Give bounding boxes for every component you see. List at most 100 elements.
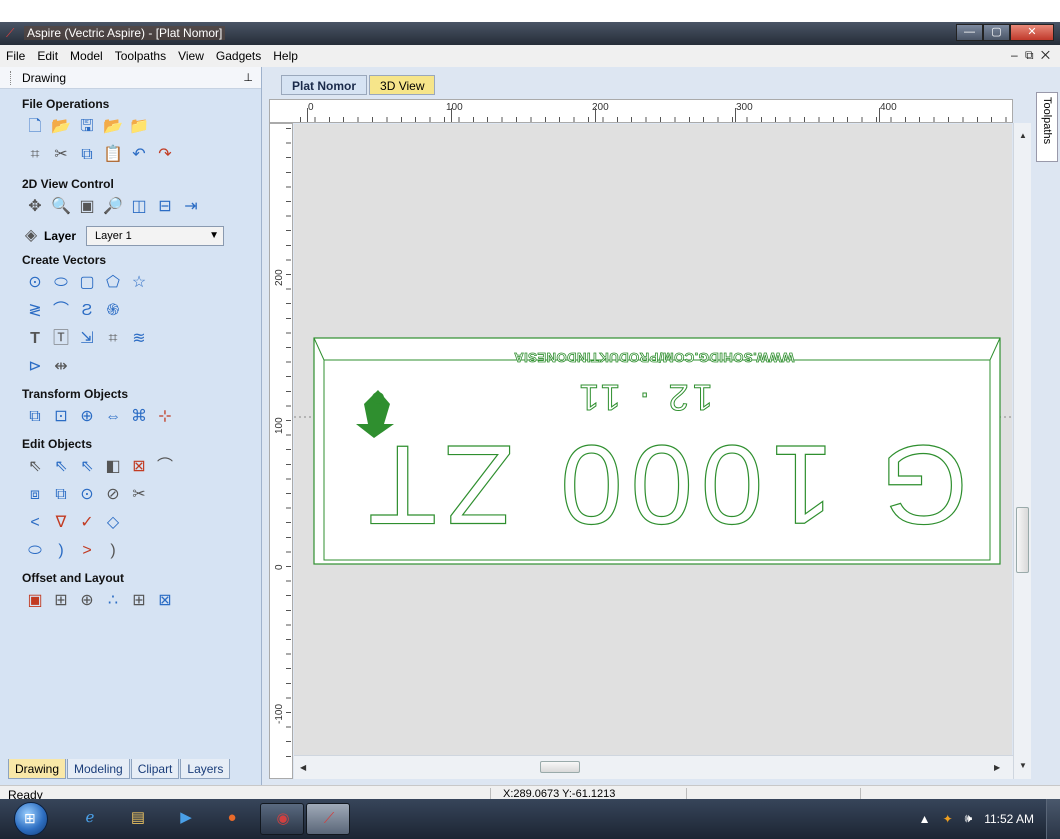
menu-file[interactable]: File <box>0 49 31 63</box>
menu-view[interactable]: View <box>172 49 210 63</box>
text-layout-icon[interactable]: ⌗ <box>100 327 126 351</box>
rectangle-icon[interactable]: ▢ <box>74 271 100 295</box>
clock[interactable]: 11:52 AM <box>984 812 1034 826</box>
panel-grip[interactable] <box>10 71 12 85</box>
tab-3d-view[interactable]: 3D View <box>369 75 436 95</box>
scroll-down-icon[interactable]: ▼ <box>1019 761 1027 770</box>
horizontal-scroll-thumb[interactable] <box>540 761 580 773</box>
smooth-icon[interactable]: ∇ <box>48 511 74 535</box>
circle-icon[interactable]: ⊙ <box>22 271 48 295</box>
dimension-icon[interactable]: ⊳ <box>22 355 48 379</box>
distort-icon[interactable]: ⌘ <box>126 405 152 429</box>
copy-along-vectors-icon[interactable]: ∴ <box>100 589 126 613</box>
pan-icon[interactable]: ✥ <box>22 195 48 219</box>
text-fit-icon[interactable]: ≋ <box>126 327 152 351</box>
mdi-window-controls[interactable]: – ⧉ ✕ <box>1011 48 1052 63</box>
browser-icon[interactable]: ● <box>222 808 242 828</box>
taskbar-aspire[interactable]: ⟋ <box>306 803 350 835</box>
curve-fit-icon[interactable]: ✓ <box>74 511 100 535</box>
close-button[interactable]: ✕ <box>1010 24 1054 41</box>
new-file-icon[interactable]: 🗋 <box>22 115 48 139</box>
tab-clipart[interactable]: Clipart <box>130 759 180 779</box>
select-all-icon[interactable]: ⌗ <box>22 143 48 167</box>
ellipse-icon[interactable]: ⬭ <box>48 271 74 295</box>
zoom-icon[interactable]: 🔍 <box>48 195 74 219</box>
menu-edit[interactable]: Edit <box>31 49 64 63</box>
import-bitmap-icon[interactable]: 📁 <box>126 115 152 139</box>
redo-icon[interactable]: ↷ <box>152 143 178 167</box>
scale-icon[interactable]: ⊡ <box>48 405 74 429</box>
toolpaths-side-tab[interactable]: Toolpaths <box>1036 92 1058 162</box>
open-file-icon[interactable]: 📂 <box>48 115 74 139</box>
start-button[interactable]: ⊞ <box>14 802 48 836</box>
view-split-icon[interactable]: ◫ <box>126 195 152 219</box>
fillet-icon[interactable]: ⌒ <box>152 455 178 479</box>
menu-help[interactable]: Help <box>267 49 304 63</box>
interactive-trim-icon[interactable]: ◧ <box>100 455 126 479</box>
layer-dropdown[interactable]: Layer 1 ▼ <box>86 226 225 246</box>
zoom-extents-icon[interactable]: ▣ <box>74 195 100 219</box>
text-on-curve-icon[interactable]: 🅃 <box>48 327 74 351</box>
join-open-icon[interactable]: ) <box>48 539 74 563</box>
delete-icon[interactable]: ⊠ <box>126 455 152 479</box>
grid-array-icon[interactable]: ⊞ <box>126 589 152 613</box>
menu-toolpaths[interactable]: Toolpaths <box>109 49 172 63</box>
offset-icon[interactable]: ▣ <box>22 589 48 613</box>
tab-plat-nomor[interactable]: Plat Nomor <box>281 75 368 95</box>
polyline-icon[interactable]: ≷ <box>22 299 48 323</box>
zoom-selection-icon[interactable]: 🔎 <box>100 195 126 219</box>
node-edit-icon[interactable]: ⇖ <box>48 455 74 479</box>
split-icon[interactable]: ) <box>100 539 126 563</box>
view-3d-icon[interactable]: ⇥ <box>178 195 204 219</box>
intersect-icon[interactable]: ⊙ <box>74 483 100 507</box>
paste-icon[interactable]: 📋 <box>100 143 126 167</box>
save-file-icon[interactable]: 🖫 <box>74 115 100 139</box>
tray-expand-icon[interactable]: ▲ <box>919 812 931 826</box>
vertical-scrollbar[interactable]: ▲ ▼ <box>1013 123 1031 779</box>
join-close-icon[interactable]: > <box>74 539 100 563</box>
nesting-icon[interactable]: ⊠ <box>152 589 178 613</box>
extend-icon[interactable]: < <box>22 511 48 535</box>
taskbar-app-1[interactable]: ◉ <box>260 803 304 835</box>
minimize-button[interactable]: — <box>956 24 983 41</box>
text-icon[interactable]: T <box>22 327 48 351</box>
show-desktop-button[interactable] <box>1046 799 1060 839</box>
cut-icon[interactable]: ✂ <box>48 143 74 167</box>
group-icon[interactable]: ⊹ <box>152 405 178 429</box>
star-icon[interactable]: ☆ <box>126 271 152 295</box>
ie-icon[interactable]: ℯ <box>80 808 100 828</box>
vertical-scroll-thumb[interactable] <box>1016 507 1029 573</box>
select-pointer-icon[interactable]: ⇖ <box>22 455 48 479</box>
move-icon[interactable]: ⧉ <box>22 405 48 429</box>
circular-array-icon[interactable]: ⊕ <box>74 589 100 613</box>
tab-drawing[interactable]: Drawing <box>8 759 67 779</box>
curve-icon[interactable]: Ƨ <box>74 299 100 323</box>
trim-icon[interactable]: ⊘ <box>100 483 126 507</box>
mirror-icon[interactable]: ⇔ <box>100 405 126 429</box>
join-icon[interactable]: ⬭ <box>22 539 48 563</box>
array-copy-icon[interactable]: ⊞ <box>48 589 74 613</box>
copy-icon[interactable]: ⧉ <box>74 143 100 167</box>
scroll-up-icon[interactable]: ▲ <box>1019 131 1027 140</box>
menu-gadgets[interactable]: Gadgets <box>210 49 267 63</box>
align-icon[interactable]: ⊕ <box>74 405 100 429</box>
volume-icon[interactable]: 🕪 <box>965 811 973 826</box>
subtract-icon[interactable]: ⧉ <box>48 483 74 507</box>
transform-pointer-icon[interactable]: ⇖ <box>74 455 100 479</box>
explorer-icon[interactable]: ▤ <box>128 808 148 828</box>
polygon-icon[interactable]: ⬠ <box>100 271 126 295</box>
restore-button[interactable]: ▢ <box>983 24 1010 41</box>
pin-icon[interactable]: ⊥ <box>243 67 253 89</box>
text-arc-icon[interactable]: ⇲ <box>74 327 100 351</box>
menu-model[interactable]: Model <box>64 49 109 63</box>
spiral-icon[interactable]: ֍ <box>100 299 126 323</box>
import-vectors-icon[interactable]: 📂 <box>100 115 126 139</box>
view-layout-icon[interactable]: ⊟ <box>152 195 178 219</box>
tray-network-icon[interactable]: ✦ <box>943 812 953 826</box>
scissors-icon[interactable]: ✂ <box>126 483 152 507</box>
scroll-left-icon[interactable]: ◀ <box>300 763 306 772</box>
horizontal-scrollbar[interactable]: ◀ ▶ <box>294 755 1013 779</box>
measure-icon[interactable]: ⇹ <box>48 355 74 379</box>
close-vector-icon[interactable]: ◇ <box>100 511 126 535</box>
media-player-icon[interactable]: ▶ <box>176 808 196 828</box>
